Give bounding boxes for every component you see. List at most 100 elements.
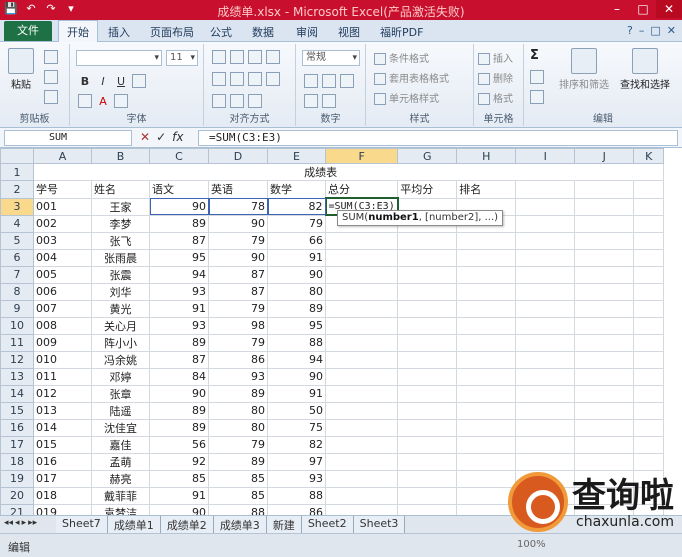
score-cell[interactable]: 90	[208, 248, 268, 267]
cell[interactable]	[397, 282, 458, 301]
next-sheet-icon[interactable]: ▸	[22, 518, 27, 528]
score-cell[interactable]: 89	[208, 452, 268, 471]
student-name-cell[interactable]: 袁梦洁	[91, 503, 150, 515]
cell[interactable]	[456, 469, 517, 488]
score-cell[interactable]: 87	[208, 265, 268, 284]
row-header[interactable]: 10	[0, 316, 34, 335]
comma-icon[interactable]	[340, 74, 354, 88]
cell[interactable]	[397, 435, 458, 454]
align-center-icon[interactable]	[230, 72, 244, 86]
format-cells-button[interactable]: 格式	[478, 90, 513, 105]
cell[interactable]	[574, 401, 635, 420]
score-cell[interactable]: 79	[208, 231, 268, 250]
cell[interactable]	[633, 214, 665, 233]
student-id-cell[interactable]: 002	[33, 214, 92, 233]
cell[interactable]	[456, 231, 517, 250]
row-header[interactable]: 9	[0, 299, 34, 318]
tab-formulas[interactable]: 公式	[210, 24, 232, 40]
cell[interactable]	[633, 231, 665, 250]
cell[interactable]	[456, 350, 517, 369]
last-sheet-icon[interactable]: ▸▸	[28, 518, 37, 528]
tab-page-layout[interactable]: 页面布局	[150, 24, 194, 40]
score-cell[interactable]: 87	[149, 231, 209, 250]
cell[interactable]	[456, 452, 517, 471]
student-id-cell[interactable]: 015	[33, 435, 92, 454]
cell[interactable]	[397, 350, 458, 369]
row-header[interactable]: 5	[0, 231, 34, 250]
student-name-cell[interactable]: 黄光	[91, 299, 150, 318]
prev-sheet-icon[interactable]: ◂	[15, 518, 20, 528]
insert-cells-button[interactable]: 插入	[478, 50, 513, 65]
close-button[interactable]: ✕	[656, 0, 682, 18]
cell[interactable]	[515, 367, 576, 386]
column-header[interactable]: A	[33, 148, 92, 164]
row-header[interactable]: 14	[0, 384, 34, 403]
cell[interactable]	[633, 248, 665, 267]
copy-icon[interactable]	[44, 70, 58, 84]
column-header[interactable]: E	[267, 148, 326, 164]
score-cell[interactable]: 89	[208, 384, 268, 403]
cell[interactable]	[515, 231, 576, 250]
score-cell[interactable]: 93	[149, 282, 209, 301]
score-cell[interactable]: 95	[149, 248, 209, 267]
row-header[interactable]: 15	[0, 401, 34, 420]
sheet-tab[interactable]: Sheet2	[301, 516, 354, 533]
score-cell[interactable]: 87	[208, 282, 268, 301]
cell[interactable]: 姓名	[91, 180, 150, 199]
font-color-button[interactable]: A	[96, 95, 110, 108]
cell[interactable]	[633, 384, 665, 403]
font-name-select[interactable]	[76, 50, 162, 66]
paste-button[interactable]: 粘贴	[6, 48, 36, 91]
cell[interactable]: 学号	[33, 180, 92, 199]
cell[interactable]	[515, 248, 576, 267]
sheet-title-cell[interactable]: 成绩表	[32, 163, 665, 181]
score-cell[interactable]: 94	[149, 265, 209, 284]
score-cell[interactable]: 79	[208, 299, 268, 318]
column-header[interactable]: C	[149, 148, 209, 164]
ribbon-close-icon[interactable]: ✕	[667, 24, 676, 37]
currency-icon[interactable]	[304, 74, 318, 88]
score-cell[interactable]: 79	[208, 333, 268, 352]
cell[interactable]	[397, 503, 458, 515]
align-middle-icon[interactable]	[230, 50, 244, 64]
score-cell[interactable]: 90	[267, 265, 326, 284]
student-name-cell[interactable]: 冯余姚	[91, 350, 150, 369]
column-header[interactable]: F	[324, 148, 399, 164]
score-cell[interactable]: 82	[267, 435, 326, 454]
autosum-button[interactable]: Σ	[530, 48, 539, 63]
cell[interactable]	[324, 316, 399, 335]
score-cell[interactable]: 88	[267, 486, 326, 505]
score-cell[interactable]: 91	[149, 299, 209, 318]
student-id-cell[interactable]: 017	[33, 469, 92, 488]
tab-review[interactable]: 审阅	[296, 24, 318, 40]
row-header[interactable]: 3	[0, 197, 34, 216]
cell[interactable]	[574, 333, 635, 352]
cell[interactable]	[324, 384, 399, 403]
ribbon-restore-icon[interactable]: □	[650, 24, 660, 37]
score-cell[interactable]: 79	[267, 214, 326, 233]
cut-icon[interactable]	[44, 50, 58, 64]
cell[interactable]	[633, 333, 665, 352]
cell[interactable]	[324, 486, 399, 505]
percent-icon[interactable]	[322, 74, 336, 88]
score-cell[interactable]: 86	[208, 350, 268, 369]
score-cell[interactable]: 89	[267, 299, 326, 318]
cell[interactable]	[397, 299, 458, 318]
row-header[interactable]: 1	[0, 163, 34, 181]
student-id-cell[interactable]: 016	[33, 452, 92, 471]
score-cell[interactable]: 80	[208, 401, 268, 420]
row-header[interactable]: 16	[0, 418, 34, 437]
cell[interactable]	[397, 316, 458, 335]
cell[interactable]	[574, 265, 635, 284]
orientation-icon[interactable]	[266, 50, 280, 64]
student-name-cell[interactable]: 沈佳宜	[91, 418, 150, 437]
student-name-cell[interactable]: 张飞	[91, 231, 150, 250]
cell[interactable]	[574, 384, 635, 403]
cell[interactable]	[456, 486, 517, 505]
cell[interactable]	[633, 401, 665, 420]
cell[interactable]	[397, 367, 458, 386]
student-name-cell[interactable]: 邓婷	[91, 367, 150, 386]
row-header[interactable]: 13	[0, 367, 34, 386]
score-cell[interactable]: 91	[267, 248, 326, 267]
cell[interactable]	[456, 333, 517, 352]
